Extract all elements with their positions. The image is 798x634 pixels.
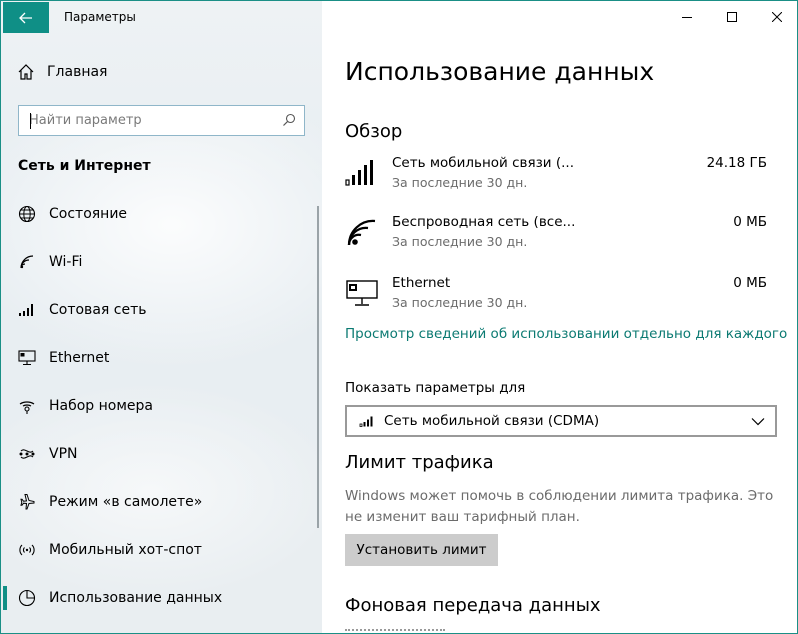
- usage-value: 0 МБ: [733, 275, 767, 291]
- sidebar-item-label: Режим «в самолете»: [49, 494, 203, 510]
- usage-item-wifi: Беспроводная сеть (все... За последние 3…: [345, 214, 775, 258]
- search-box[interactable]: [18, 105, 305, 136]
- usage-period: За последние 30 дн.: [392, 234, 528, 249]
- sidebar-item-label: Состояние: [49, 206, 128, 222]
- cut-off-content: [345, 629, 445, 633]
- text-caret: [30, 113, 31, 129]
- usage-value: 0 МБ: [733, 214, 767, 230]
- window-controls: [664, 1, 797, 33]
- page-title: Использование данных: [345, 57, 655, 86]
- sidebar-item-label: Wi-Fi: [49, 254, 83, 270]
- search-icon[interactable]: [282, 113, 296, 127]
- vpn-icon: [17, 444, 37, 464]
- back-arrow-icon: [19, 12, 32, 23]
- background-data-heading: Фоновая передача данных: [345, 595, 601, 616]
- sidebar-item-airplane[interactable]: Режим «в самолете»: [1, 478, 322, 526]
- home-icon: [18, 64, 34, 80]
- usage-period: За последние 30 дн.: [392, 295, 528, 310]
- network-select-value: Сеть мобильной связи (CDMA): [384, 413, 600, 429]
- settings-window: Параметры Главная Сеть и Интернет Состоя…: [0, 0, 798, 634]
- set-limit-button[interactable]: Установить лимит: [345, 534, 498, 566]
- search-input[interactable]: [29, 106, 269, 135]
- usage-value: 24.18 ГБ: [706, 155, 767, 171]
- usage-name: Сеть мобильной связи (...: [392, 155, 575, 171]
- wifi-icon: [347, 219, 376, 246]
- usage-item-cellular: Сеть мобильной связи (... За последние 3…: [345, 155, 775, 199]
- sidebar-item-label: Сотовая сеть: [49, 302, 147, 318]
- chevron-down-icon: [751, 418, 765, 426]
- dialup-icon: [17, 396, 37, 416]
- ethernet-icon: [346, 280, 378, 306]
- cellular-icon: [17, 300, 37, 320]
- minimize-button[interactable]: [664, 1, 709, 33]
- per-app-usage-link[interactable]: Просмотр сведений об использовании отдел…: [345, 326, 787, 342]
- sidebar-item-vpn[interactable]: VPN: [1, 430, 322, 478]
- sidebar-item-wifi[interactable]: Wi-Fi: [1, 238, 322, 286]
- sidebar-item-label: VPN: [49, 446, 78, 462]
- wifi-icon: [17, 252, 37, 272]
- title-bar: Параметры: [1, 1, 322, 33]
- sidebar-nav: Состояние Wi-Fi Сотовая сеть Ethernet На…: [1, 190, 322, 622]
- maximize-button[interactable]: [709, 1, 754, 33]
- sidebar-item-dialup[interactable]: Набор номера: [1, 382, 322, 430]
- home-label: Главная: [47, 64, 108, 80]
- close-button[interactable]: [754, 1, 797, 33]
- home-link[interactable]: Главная: [17, 63, 107, 81]
- cellular-signal-icon: [345, 160, 373, 186]
- usage-name: Ethernet: [392, 275, 451, 291]
- airplane-icon: [17, 492, 37, 512]
- usage-item-ethernet: Ethernet За последние 30 дн. 0 МБ: [345, 275, 775, 319]
- network-select[interactable]: Сеть мобильной связи (CDMA): [345, 405, 777, 437]
- close-icon: [771, 12, 782, 22]
- sidebar-item-data-usage[interactable]: Использование данных: [1, 574, 322, 622]
- back-button[interactable]: [3, 2, 49, 33]
- sidebar-item-label: Набор номера: [49, 398, 154, 414]
- ethernet-icon: [17, 348, 37, 368]
- cellular-icon: [359, 416, 373, 427]
- sidebar-item-label: Мобильный хот-спот: [49, 542, 202, 558]
- show-settings-label: Показать параметры для: [345, 380, 526, 396]
- sidebar-item-label: Ethernet: [49, 350, 110, 366]
- sidebar-item-cellular[interactable]: Сотовая сеть: [1, 286, 322, 334]
- limit-heading: Лимит трафика: [345, 452, 494, 473]
- hotspot-icon: [17, 540, 37, 560]
- sidebar-scrollbar[interactable]: [317, 206, 319, 528]
- sidebar-item-hotspot[interactable]: Мобильный хот-спот: [1, 526, 322, 574]
- sidebar-item-status[interactable]: Состояние: [1, 190, 322, 238]
- sidebar-item-label: Использование данных: [49, 590, 223, 606]
- globe-icon: [17, 204, 37, 224]
- maximize-icon: [726, 12, 737, 22]
- section-title: Сеть и Интернет: [18, 158, 151, 174]
- usage-period: За последние 30 дн.: [392, 175, 528, 190]
- data-usage-icon: [17, 588, 37, 608]
- overview-heading: Обзор: [345, 121, 403, 142]
- minimize-icon: [681, 17, 692, 18]
- sidebar-item-ethernet[interactable]: Ethernet: [1, 334, 322, 382]
- usage-name: Беспроводная сеть (все...: [392, 214, 576, 230]
- limit-description: Windows может помочь в соблюдении лимита…: [345, 488, 774, 525]
- app-title: Параметры: [64, 10, 136, 24]
- main-content: Использование данных Обзор Сеть мобильно…: [322, 1, 797, 633]
- sidebar: Параметры Главная Сеть и Интернет Состоя…: [1, 1, 322, 633]
